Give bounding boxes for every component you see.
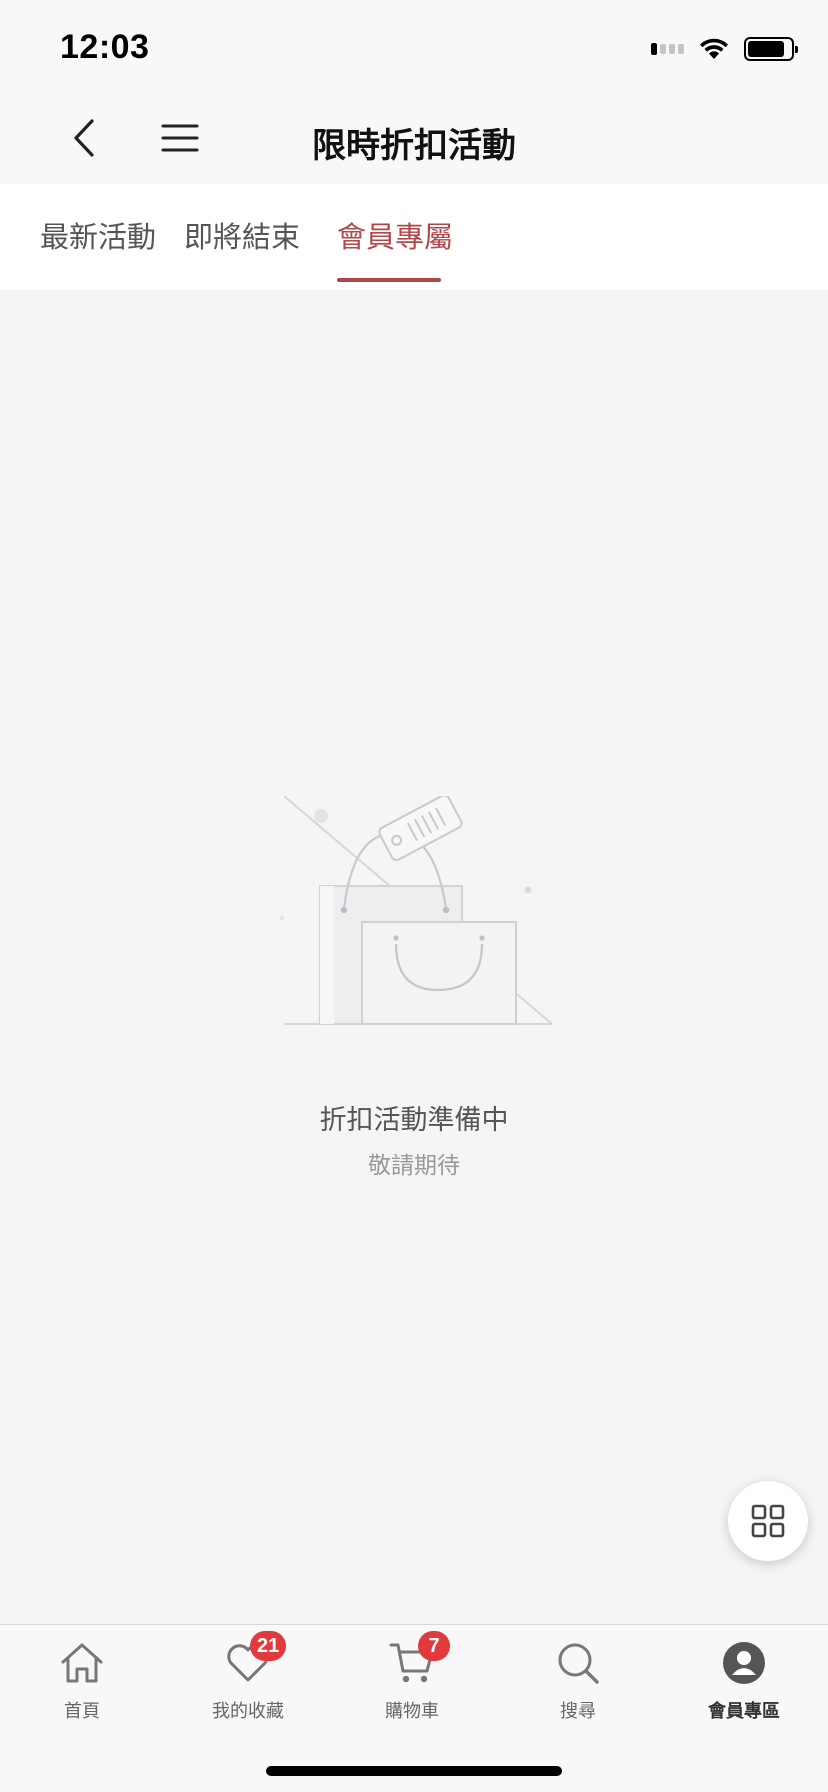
status-time: 12:03 xyxy=(60,28,150,66)
tab-latest[interactable]: 最新活動 xyxy=(40,214,156,256)
tab-members-only[interactable]: 會員專屬 xyxy=(337,214,453,256)
nav-bar: 限時折扣活動 xyxy=(0,92,828,184)
status-icons xyxy=(651,34,798,64)
search-icon xyxy=(558,1643,599,1684)
tabbar-label-cart: 購物車 xyxy=(385,1701,439,1722)
user-icon xyxy=(723,1642,765,1684)
tabbar-label-search: 搜尋 xyxy=(560,1701,596,1722)
tabbar-label-member: 會員專區 xyxy=(708,1701,780,1722)
cart-badge: 7 xyxy=(418,1631,450,1661)
wifi-icon xyxy=(700,38,728,59)
home-icon xyxy=(61,1643,103,1683)
grid-menu-button[interactable] xyxy=(728,1481,808,1561)
tabbar-item-favorites[interactable]: 21 我的收藏 xyxy=(188,1631,308,1739)
empty-state-subtitle: 敬請期待 xyxy=(368,1153,460,1179)
tabbar-item-cart[interactable]: 7 購物車 xyxy=(352,1631,472,1739)
favorites-badge: 21 xyxy=(250,1631,287,1661)
shopping-bag-tag-icon xyxy=(279,796,553,1025)
active-tab-indicator xyxy=(337,278,441,282)
status-bar: 12:03 xyxy=(0,0,828,92)
tabbar-item-member[interactable]: 會員專區 xyxy=(684,1639,804,1739)
grid-icon xyxy=(751,1504,785,1538)
tabbar-label-favorites: 我的收藏 xyxy=(212,1701,284,1722)
tabbar-item-search[interactable]: 搜尋 xyxy=(518,1639,638,1739)
battery-icon xyxy=(744,37,798,61)
tab-bar-top: 最新活動 即將結束 會員專屬 xyxy=(0,184,828,290)
home-indicator xyxy=(266,1766,562,1776)
tabbar-label-home: 首頁 xyxy=(64,1701,100,1722)
tabbar-item-home[interactable]: 首頁 xyxy=(22,1639,142,1739)
page-title: 限時折扣活動 xyxy=(312,126,516,166)
signal-icon xyxy=(651,43,684,55)
tab-ending-soon[interactable]: 即將結束 xyxy=(184,214,300,256)
empty-state-title: 折扣活動準備中 xyxy=(319,1105,509,1136)
